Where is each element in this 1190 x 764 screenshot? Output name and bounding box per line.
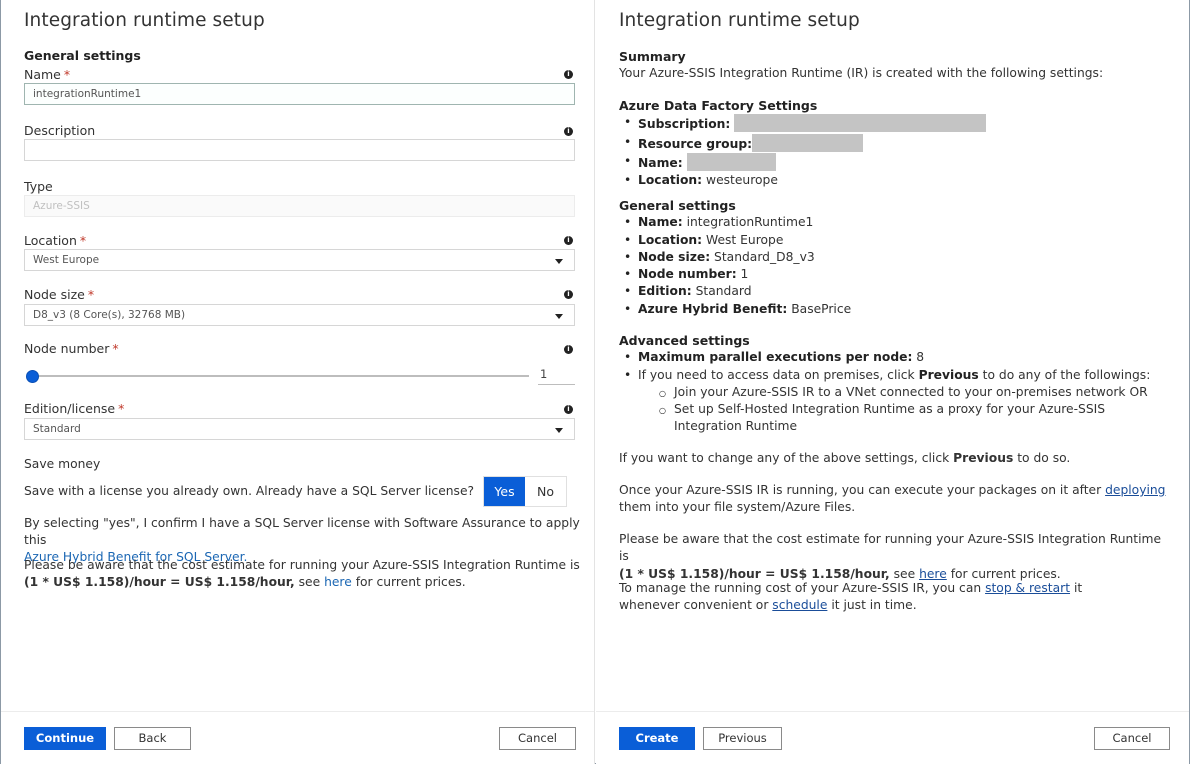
no-option[interactable]: No (525, 477, 566, 506)
list-item: Subscription: (619, 114, 1179, 133)
deploying-link[interactable]: deploying (1105, 483, 1165, 497)
adf-heading: Azure Data Factory Settings (619, 98, 818, 113)
node-number-slider-thumb[interactable] (26, 370, 39, 383)
continue-button[interactable]: Continue (24, 727, 106, 750)
node-number-label: Node number * (24, 341, 119, 356)
list-item: Location: westeurope (619, 172, 1179, 190)
summary-intro: Your Azure-SSIS Integration Runtime (IR)… (619, 66, 1104, 81)
name-label: Name * (24, 67, 71, 82)
manage-cost-text: To manage the running cost of your Azure… (619, 581, 1083, 613)
prices-link[interactable]: here (324, 575, 352, 589)
description-input[interactable] (24, 139, 575, 161)
redacted-value (752, 133, 864, 152)
panel-title: Integration runtime setup (619, 10, 860, 31)
info-icon[interactable]: i (564, 345, 573, 354)
required-marker: * (87, 287, 95, 302)
redacted-value (686, 152, 776, 171)
edition-value: Standard (33, 423, 81, 435)
node-size-value: D8_v3 (8 Core(s), 32768 MB) (33, 309, 186, 321)
info-icon[interactable]: i (564, 127, 573, 136)
edition-label: Edition/license * (24, 401, 125, 416)
edition-select[interactable]: Standard (24, 418, 575, 440)
info-icon[interactable]: i (564, 405, 573, 414)
node-size-label: Node size * (24, 287, 95, 302)
save-money-heading: Save money (24, 457, 101, 471)
list-item: If you need to access data on premises, … (619, 367, 1179, 385)
onprem-options-list: Join your Azure-SSIS IR to a VNet connec… (619, 384, 1179, 436)
section-heading: General settings (24, 48, 141, 63)
redacted-value (734, 114, 987, 133)
yes-option[interactable]: Yes (484, 477, 525, 506)
list-item: Name: (619, 152, 1179, 172)
node-number-slider-track[interactable] (31, 375, 529, 377)
chevron-down-icon (555, 259, 563, 264)
previous-button[interactable]: Previous (703, 727, 782, 750)
cancel-button[interactable]: Cancel (1094, 727, 1170, 750)
type-label: Type (24, 179, 53, 194)
summary-heading: Summary (619, 49, 686, 64)
schedule-link[interactable]: schedule (772, 598, 827, 612)
setup-general-panel: Integration runtime setup General settin… (1, 0, 595, 764)
cost-estimate-text: Please be aware that the cost estimate f… (619, 532, 1162, 581)
type-input: Azure-SSIS (24, 195, 575, 217)
info-icon[interactable]: i (564, 290, 573, 299)
license-toggle: Yes No (483, 476, 567, 507)
required-marker: * (63, 67, 71, 82)
list-item: Resource group: (619, 133, 1179, 153)
name-input[interactable]: integrationRuntime1 (24, 83, 575, 105)
advanced-settings-summary: Advanced settings Maximum parallel execu… (619, 332, 1179, 436)
required-marker: * (112, 341, 119, 356)
change-settings-text: If you want to change any of the above s… (619, 451, 1071, 465)
stop-restart-link[interactable]: stop & restart (985, 581, 1070, 595)
general-list: Name: integrationRuntime1 Location: West… (619, 214, 1179, 318)
advanced-heading: Advanced settings (619, 333, 750, 348)
deploy-text: Once your Azure-SSIS IR is running, you … (619, 483, 1166, 515)
setup-summary-panel: Integration runtime setup Summary Your A… (596, 0, 1189, 764)
location-select[interactable]: West Europe (24, 249, 575, 271)
list-item: Edition: Standard (619, 283, 1179, 301)
description-label: Description (24, 123, 96, 138)
list-item: Azure Hybrid Benefit: BasePrice (619, 301, 1179, 319)
location-value: West Europe (33, 254, 100, 266)
adf-list: Subscription: Resource group: Name: Loca… (619, 114, 1179, 190)
node-size-select[interactable]: D8_v3 (8 Core(s), 32768 MB) (24, 304, 575, 326)
list-item: Set up Self-Hosted Integration Runtime a… (619, 401, 1179, 436)
chevron-down-icon (555, 428, 563, 433)
list-item: Node number: 1 (619, 266, 1179, 284)
general-heading: General settings (619, 198, 736, 213)
cancel-button[interactable]: Cancel (499, 727, 576, 750)
info-icon[interactable]: i (564, 70, 573, 79)
general-settings-summary: General settings Name: integrationRuntim… (619, 197, 1179, 318)
cost-estimate-text: Please be aware that the cost estimate f… (24, 558, 580, 589)
advanced-list: Maximum parallel executions per node: 8 … (619, 349, 1179, 384)
prices-link[interactable]: here (919, 567, 947, 581)
create-button[interactable]: Create (619, 727, 695, 750)
list-item: Name: integrationRuntime1 (619, 214, 1179, 232)
license-question: Save with a license you already own. Alr… (24, 484, 475, 498)
adf-settings: Azure Data Factory Settings Subscription… (619, 97, 1179, 190)
list-item: Maximum parallel executions per node: 8 (619, 349, 1179, 367)
summary-section: Summary Your Azure-SSIS Integration Runt… (619, 48, 1179, 83)
footer-divider (596, 711, 1189, 712)
panel-title: Integration runtime setup (24, 10, 265, 31)
node-number-input[interactable]: 1 (538, 365, 575, 385)
location-label: Location * (24, 233, 87, 248)
required-marker: * (79, 233, 87, 248)
chevron-down-icon (555, 314, 563, 319)
list-item: Join your Azure-SSIS IR to a VNet connec… (619, 384, 1179, 403)
list-item: Node size: Standard_D8_v3 (619, 249, 1179, 267)
required-marker: * (118, 401, 125, 416)
list-item: Location: West Europe (619, 232, 1179, 250)
back-button[interactable]: Back (114, 727, 191, 750)
info-icon[interactable]: i (564, 236, 573, 245)
footer-divider (1, 711, 594, 712)
